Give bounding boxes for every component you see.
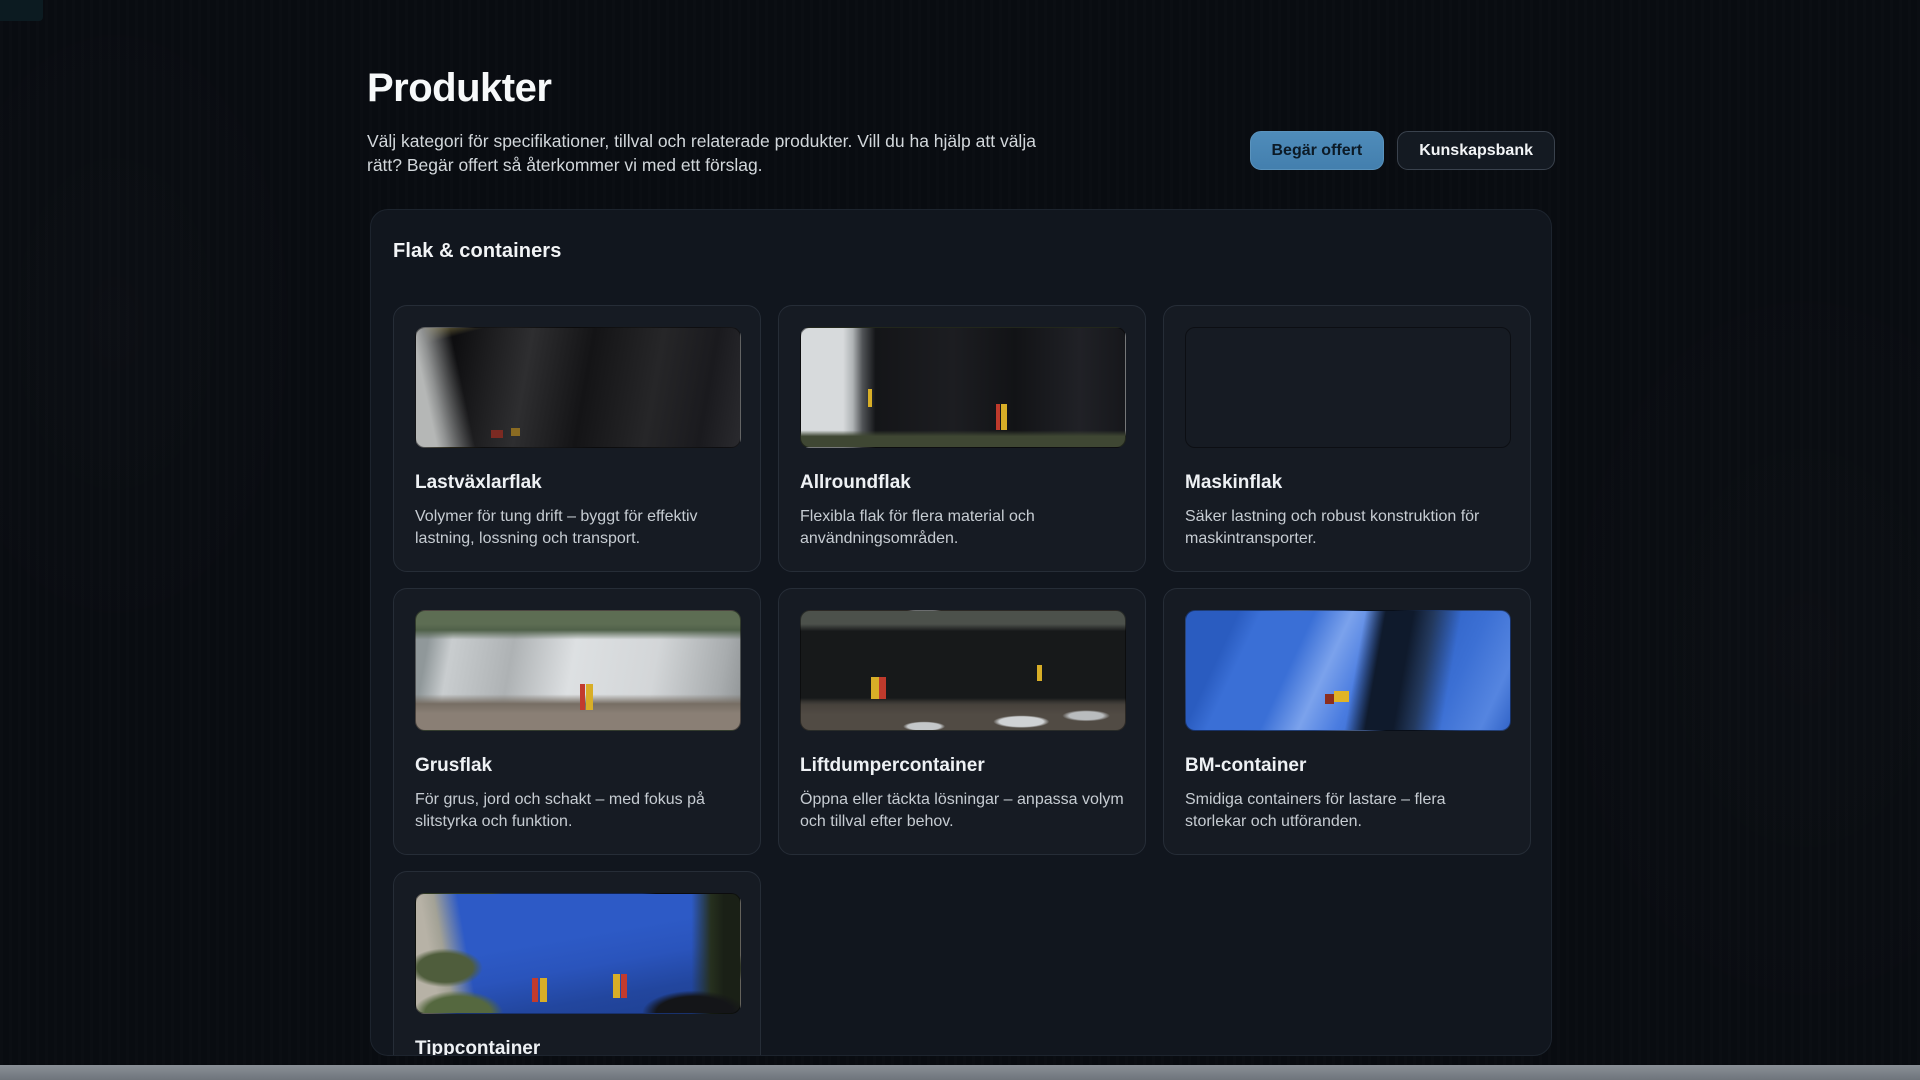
product-image-maskinflak <box>1185 327 1511 448</box>
product-grid: Lastväxlarflak Volymer för tung drift – … <box>393 305 1529 1056</box>
product-image-liftdumpercontainer <box>800 610 1126 731</box>
product-title: Allroundflak <box>800 472 1124 494</box>
knowledge-bank-button[interactable]: Kunskapsbank <box>1397 131 1555 170</box>
product-description: Säker lastning och robust konstruktion f… <box>1185 506 1509 550</box>
product-image-lastvaxlarflak <box>415 327 741 448</box>
product-image-tippcontainer <box>415 893 741 1014</box>
product-card-liftdumpercontainer[interactable]: Liftdumpercontainer Öppna eller täckta l… <box>778 588 1146 855</box>
product-description: Smidiga containers för lastare – flera s… <box>1185 789 1509 833</box>
product-title: Maskinflak <box>1185 472 1509 494</box>
section-title: Flak & containers <box>393 240 1529 263</box>
product-title: Liftdumpercontainer <box>800 755 1124 777</box>
request-quote-button[interactable]: Begär offert <box>1250 131 1385 170</box>
product-card-grusflak[interactable]: Grusflak För grus, jord och schakt – med… <box>393 588 761 855</box>
window-corner-artifact <box>0 0 43 21</box>
product-card-allroundflak[interactable]: Allroundflak Flexibla flak för flera mat… <box>778 305 1146 572</box>
page-header: Produkter Välj kategori för specifikatio… <box>367 66 1555 177</box>
product-image-allroundflak <box>800 327 1126 448</box>
product-description: Öppna eller täckta lösningar – anpassa v… <box>800 789 1124 833</box>
product-title: Grusflak <box>415 755 739 777</box>
product-title: BM-container <box>1185 755 1509 777</box>
product-card-maskinflak[interactable]: Maskinflak Säker lastning och robust kon… <box>1163 305 1531 572</box>
header-actions: Begär offert Kunskapsbank <box>1250 131 1556 170</box>
product-description: Flexibla flak för flera material och anv… <box>800 506 1124 550</box>
product-card-lastvaxlarflak[interactable]: Lastväxlarflak Volymer för tung drift – … <box>393 305 761 572</box>
flak-containers-section: Flak & containers Lastväxlarflak Volymer… <box>370 209 1552 1056</box>
product-image-bm-container <box>1185 610 1511 731</box>
page-title: Produkter <box>367 66 1555 111</box>
product-card-tippcontainer[interactable]: Tippcontainer Tipp för truck/lastare – b… <box>393 871 761 1056</box>
product-description: För grus, jord och schakt – med fokus på… <box>415 789 739 833</box>
product-title: Lastväxlarflak <box>415 472 739 494</box>
product-title: Tippcontainer <box>415 1038 739 1056</box>
bottom-window-edge-bar <box>0 1065 1920 1080</box>
product-card-bm-container[interactable]: BM-container Smidiga containers för last… <box>1163 588 1531 855</box>
product-description: Volymer för tung drift – byggt för effek… <box>415 506 739 550</box>
product-image-grusflak <box>415 610 741 731</box>
